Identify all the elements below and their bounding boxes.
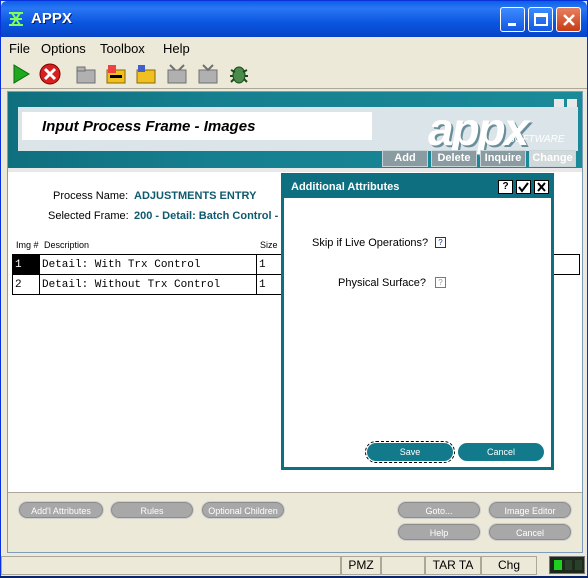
banner-divider: [8, 168, 582, 172]
additional-attributes-dialog: Additional Attributes ? Skip if Live Ope…: [281, 173, 554, 470]
stop-icon[interactable]: [39, 63, 61, 85]
close-button[interactable]: [556, 7, 581, 32]
dialog-title: Additional Attributes: [291, 181, 400, 193]
appx-app-icon: [9, 12, 23, 26]
minimize-icon: [508, 23, 516, 26]
status-blank: [381, 556, 425, 575]
table-row[interactable]: 2 Detail: Without Trx Control 1: [12, 274, 287, 295]
dialog-title-bar[interactable]: Additional Attributes ?: [284, 176, 551, 198]
column-header-size: Size: [260, 240, 278, 250]
status-chg: Chg: [481, 556, 537, 575]
status-tarta: TAR TA: [425, 556, 481, 575]
row-description-cell[interactable]: Detail: With Trx Control: [39, 254, 257, 275]
image-editor-button[interactable]: Image Editor: [488, 501, 572, 519]
row-number-cell[interactable]: 1: [12, 254, 40, 275]
selected-frame-label: Selected Frame:: [48, 210, 129, 222]
rules-button[interactable]: Rules: [110, 501, 194, 519]
table-row[interactable]: 1 Detail: With Trx Control 1: [12, 254, 287, 275]
menu-bar: File Options Toolbox Help: [1, 37, 587, 59]
close-icon: [537, 182, 546, 192]
app-window: APPX File Options Toolbox Help Input Pro…: [0, 0, 588, 576]
menu-file[interactable]: File: [9, 41, 30, 56]
run-icon[interactable]: [10, 63, 32, 85]
mode-delete-button[interactable]: Delete: [431, 150, 477, 167]
folder-edit-icon[interactable]: [105, 63, 127, 85]
checkmark-icon: [518, 182, 529, 193]
mini-window-controls[interactable]: [554, 94, 578, 107]
help-button[interactable]: Help: [397, 523, 481, 541]
status-pmz: PMZ: [341, 556, 381, 575]
mini-window-icon: [554, 99, 577, 107]
status-led-indicator: [549, 556, 585, 574]
selected-frame-value: 200 - Detail: Batch Control -: [134, 210, 279, 222]
cancel-button[interactable]: Cancel: [488, 523, 572, 541]
title-bar[interactable]: APPX: [1, 1, 587, 37]
optional-children-button[interactable]: Optional Children: [201, 501, 285, 519]
column-header-description: Description: [44, 240, 90, 250]
physical-surface-checkbox[interactable]: ?: [435, 277, 446, 288]
dialog-ok-icon[interactable]: [516, 180, 531, 194]
status-bar: PMZ TAR TA Chg: [1, 554, 587, 576]
page-title: Input Process Frame - Images: [42, 118, 256, 135]
images-table: 1 Detail: With Trx Control 1 2 Detail: W…: [12, 254, 287, 295]
process-name-value: ADJUSTMENTS ENTRY: [134, 190, 257, 202]
row-number-cell[interactable]: 2: [12, 274, 40, 295]
goto-button[interactable]: Goto...: [397, 501, 481, 519]
row-description-cell[interactable]: Detail: Without Trx Control: [39, 274, 257, 295]
window-title: APPX: [31, 10, 72, 27]
dialog-close-icon[interactable]: [534, 180, 549, 194]
maximize-button[interactable]: [528, 7, 553, 32]
folder-gray-icon[interactable]: [166, 63, 188, 85]
addl-attributes-button[interactable]: Add'l Attributes: [18, 501, 104, 519]
folder-tv-icon[interactable]: [197, 63, 219, 85]
folder-icon[interactable]: [75, 63, 97, 85]
dialog-help-icon[interactable]: ?: [498, 180, 513, 194]
skip-live-operations-label: Skip if Live Operations?: [312, 237, 429, 249]
toolbar: [1, 59, 587, 89]
mode-add-button[interactable]: Add: [382, 150, 428, 167]
menu-help[interactable]: Help: [163, 41, 190, 56]
menu-options[interactable]: Options: [41, 41, 86, 56]
appx-logo: appx: [428, 103, 529, 155]
minimize-button[interactable]: [500, 7, 525, 32]
status-message-area: [1, 556, 341, 575]
folder-open-icon[interactable]: [135, 63, 157, 85]
banner: Input Process Frame - Images appx SOFTWA…: [8, 92, 582, 168]
save-button[interactable]: Save: [365, 441, 455, 463]
physical-surface-label: Physical Surface?: [338, 277, 427, 289]
dialog-cancel-button[interactable]: Cancel: [458, 443, 544, 461]
skip-live-operations-checkbox[interactable]: ?: [435, 237, 446, 248]
bug-icon[interactable]: [228, 63, 250, 85]
table-row-extension: [552, 254, 580, 275]
appx-logo-subtitle: SOFTWARE: [508, 134, 565, 145]
mode-change-button[interactable]: Change: [529, 150, 576, 167]
mode-inquire-button[interactable]: Inquire: [480, 150, 526, 167]
menu-toolbox[interactable]: Toolbox: [100, 41, 145, 56]
process-name-label: Process Name:: [53, 190, 129, 202]
led-icon: [554, 560, 582, 570]
column-header-img: Img #: [16, 240, 39, 250]
maximize-icon: [534, 13, 548, 26]
bottom-button-bar: Add'l Attributes Rules Optional Children…: [8, 492, 582, 552]
close-icon: [563, 14, 575, 26]
